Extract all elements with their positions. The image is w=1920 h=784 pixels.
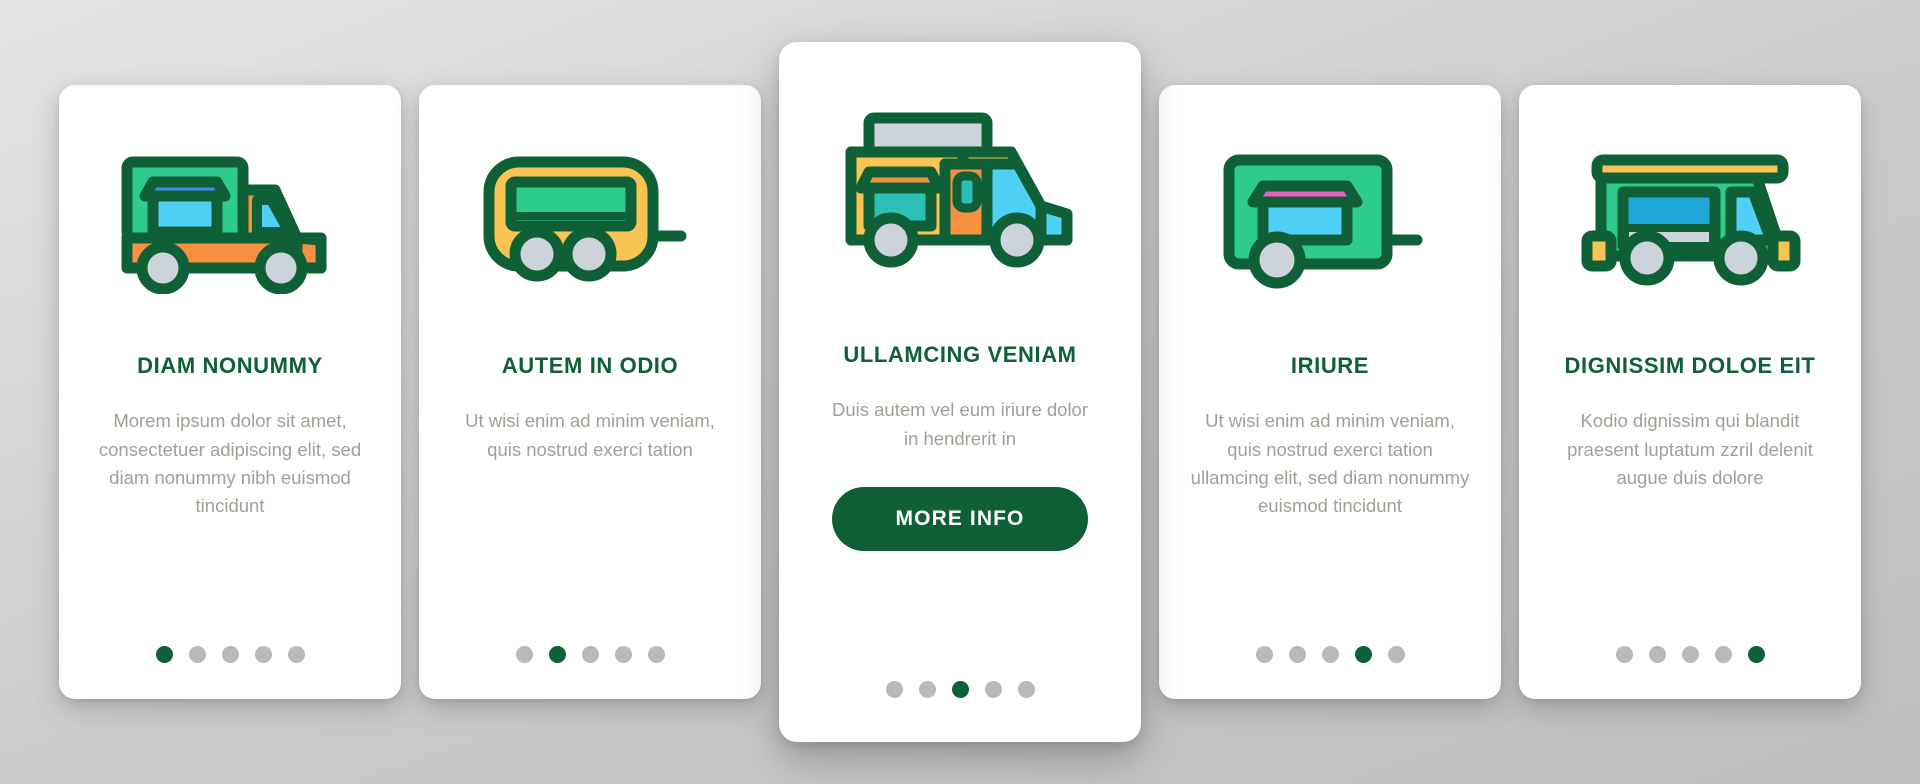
pagination-dot[interactable] bbox=[984, 681, 1002, 698]
card-3-illustration bbox=[779, 42, 1141, 342]
onboarding-card-3[interactable]: ULLAMCING VENIAM Duis autem vel eum iriu… bbox=[779, 42, 1141, 742]
card-2-body: Ut wisi enim ad minim veniam, quis nostr… bbox=[465, 410, 715, 460]
pagination-dot[interactable] bbox=[1615, 646, 1633, 663]
card-5-pagination-dots bbox=[1519, 646, 1861, 663]
card-5-title: DIGNISSIM DOLOE EIT bbox=[1564, 353, 1816, 378]
pagination-dot[interactable] bbox=[548, 646, 566, 663]
pagination-dot[interactable] bbox=[1288, 646, 1306, 663]
card-5-illustration bbox=[1519, 85, 1861, 353]
card-3-title: ULLAMCING VENIAM bbox=[843, 342, 1077, 367]
card-2-title: AUTEM IN ODIO bbox=[501, 353, 679, 378]
pagination-dot[interactable] bbox=[885, 681, 903, 698]
card-2-illustration bbox=[419, 85, 761, 353]
pagination-dot[interactable] bbox=[287, 646, 305, 663]
pagination-dot[interactable] bbox=[581, 646, 599, 663]
card-3-body: Duis autem vel eum iriure dolor in hendr… bbox=[831, 399, 1089, 449]
pagination-dot[interactable] bbox=[1321, 646, 1339, 663]
onboarding-card-5[interactable]: DIGNISSIM DOLOE EIT Kodio dignissim qui … bbox=[1519, 85, 1861, 699]
card-3-pagination-dots bbox=[779, 681, 1141, 698]
pagination-dot[interactable] bbox=[1354, 646, 1372, 663]
pagination-dot[interactable] bbox=[188, 646, 206, 663]
onboarding-card-4[interactable]: IRIURE Ut wisi enim ad minim veniam, qui… bbox=[1159, 85, 1501, 699]
pagination-dot[interactable] bbox=[254, 646, 272, 663]
pagination-dot[interactable] bbox=[918, 681, 936, 698]
pagination-dot[interactable] bbox=[951, 681, 969, 698]
pagination-dot[interactable] bbox=[1747, 646, 1765, 663]
card-1-pagination-dots bbox=[59, 646, 401, 663]
card-1-illustration bbox=[59, 85, 401, 353]
pagination-dot[interactable] bbox=[1681, 646, 1699, 663]
onboarding-card-1[interactable]: DIAM NONUMMY Morem ipsum dolor sit amet,… bbox=[59, 85, 401, 699]
pagination-dot[interactable] bbox=[155, 646, 173, 663]
more-info-button[interactable]: MORE INFO bbox=[832, 486, 1088, 551]
pagination-dot[interactable] bbox=[1017, 681, 1035, 698]
card-5-body: Kodio dignissim qui blandit praesent lup… bbox=[1567, 410, 1813, 488]
pagination-dot[interactable] bbox=[1714, 646, 1732, 663]
pagination-dot[interactable] bbox=[1387, 646, 1405, 663]
pickup-truck-with-box-icon bbox=[121, 156, 327, 294]
card-4-pagination-dots bbox=[1159, 646, 1501, 663]
pagination-dot[interactable] bbox=[647, 646, 665, 663]
card-1-title: DIAM NONUMMY bbox=[137, 353, 323, 378]
card-4-illustration bbox=[1159, 85, 1501, 353]
pagination-dot[interactable] bbox=[614, 646, 632, 663]
card-4-title: IRIURE bbox=[1290, 353, 1370, 378]
onboarding-screens-stage: DIAM NONUMMY Morem ipsum dolor sit amet,… bbox=[0, 0, 1920, 784]
yellow-caravan-trailer-icon bbox=[483, 156, 687, 282]
onboarding-card-2[interactable]: AUTEM IN ODIO Ut wisi enim ad minim veni… bbox=[419, 85, 761, 699]
pagination-dot[interactable] bbox=[1648, 646, 1666, 663]
pagination-dot[interactable] bbox=[221, 646, 239, 663]
food-truck-icon bbox=[845, 112, 1073, 267]
green-camper-van-icon bbox=[1581, 154, 1801, 286]
pagination-dot[interactable] bbox=[1255, 646, 1273, 663]
card-2-pagination-dots bbox=[419, 646, 761, 663]
green-trailer-with-awning-icon bbox=[1223, 154, 1423, 289]
card-carousel: DIAM NONUMMY Morem ipsum dolor sit amet,… bbox=[0, 0, 1920, 784]
card-4-body: Ut wisi enim ad minim veniam, quis nostr… bbox=[1190, 410, 1470, 516]
card-1-body: Morem ipsum dolor sit amet, consectetuer… bbox=[98, 410, 362, 516]
pagination-dot[interactable] bbox=[515, 646, 533, 663]
